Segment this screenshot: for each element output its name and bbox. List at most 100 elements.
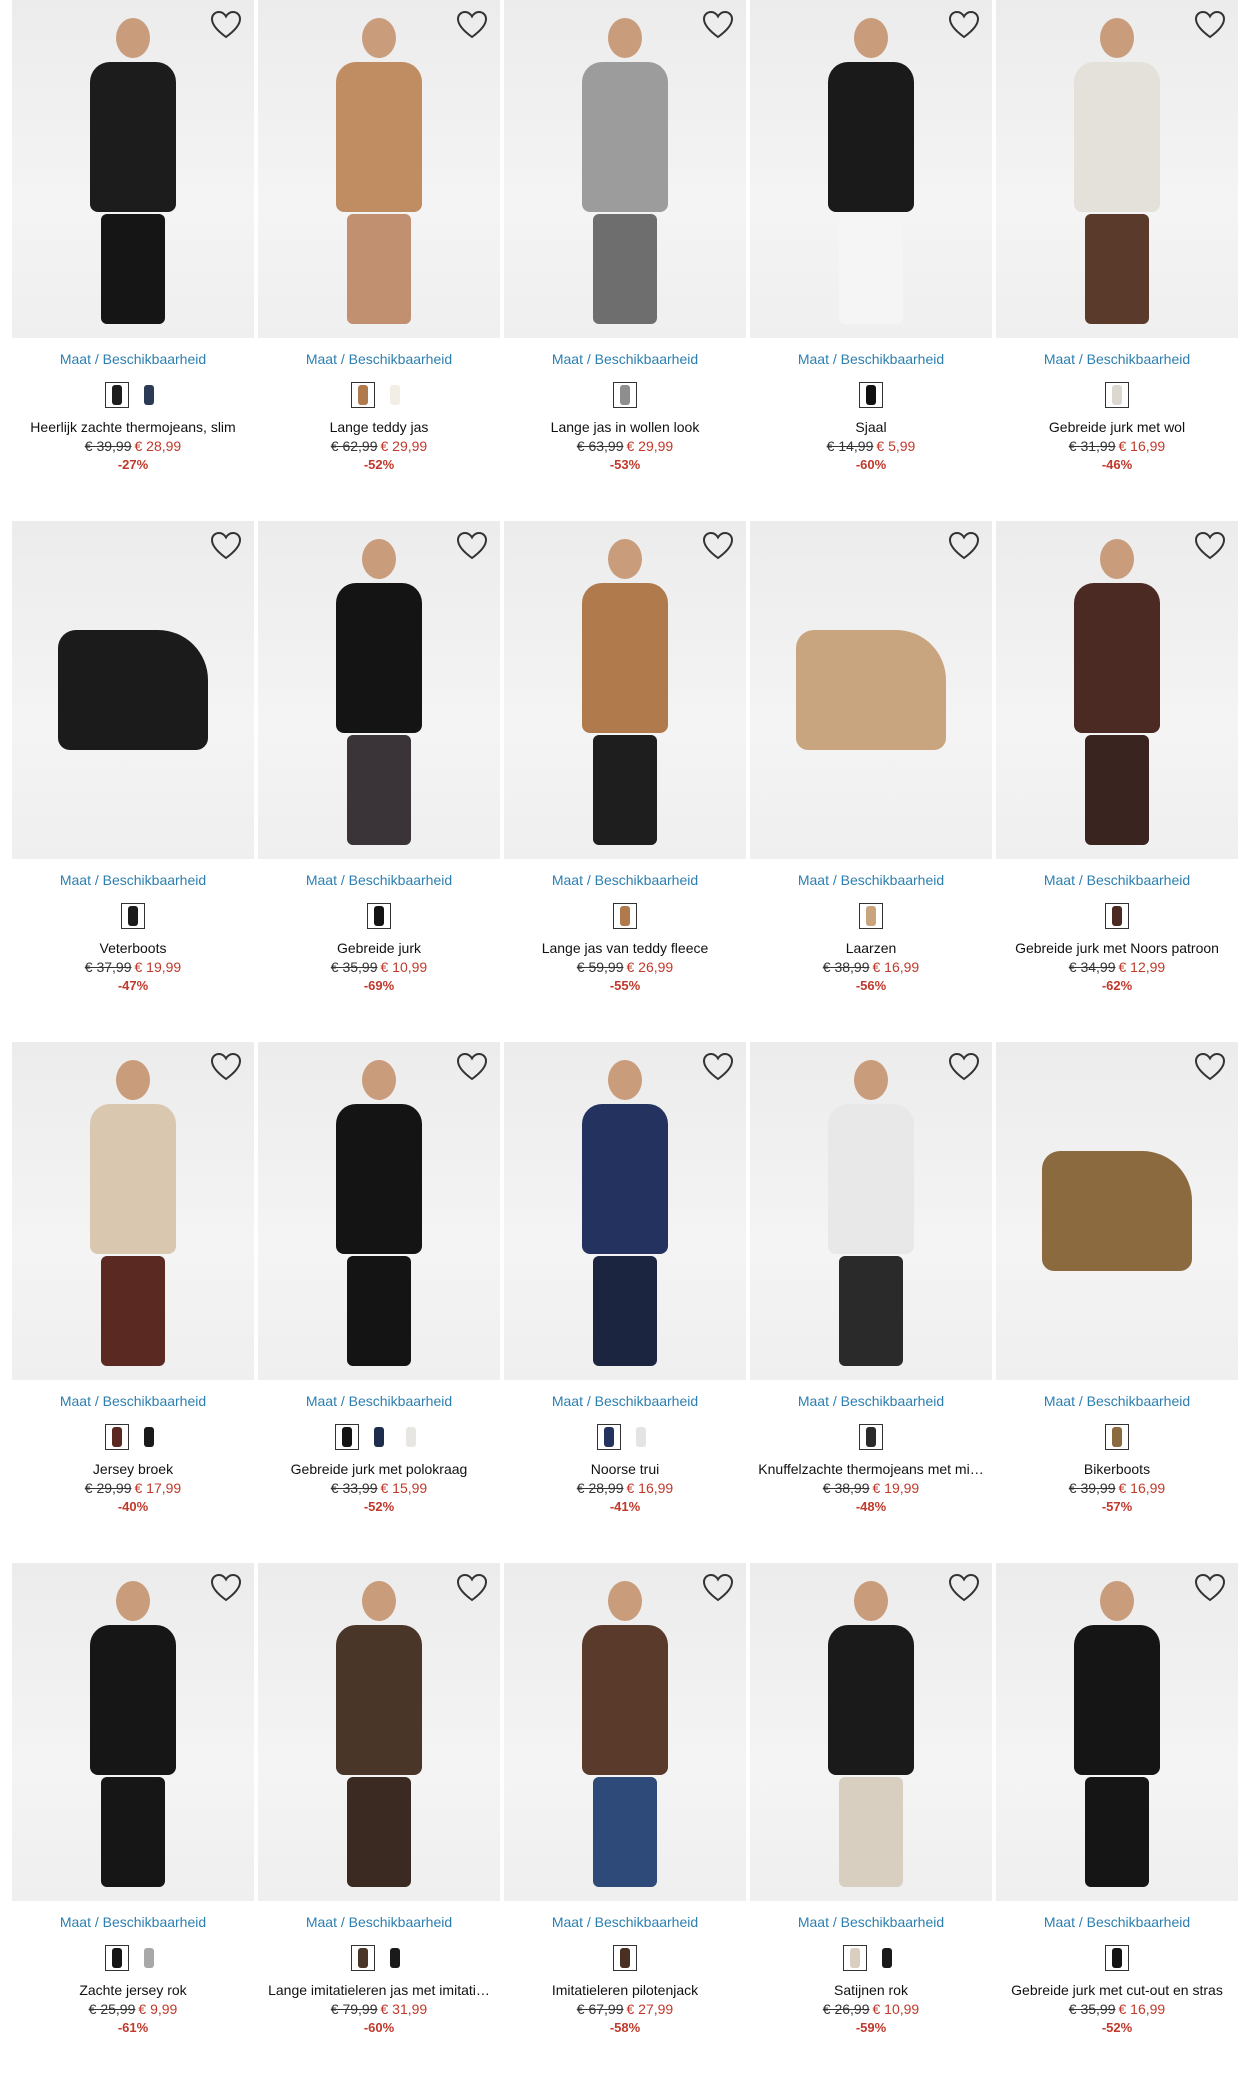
size-availability-link[interactable]: Maat / Beschikbaarheid [12, 871, 254, 889]
wishlist-heart-icon[interactable] [948, 10, 980, 40]
size-availability-link[interactable]: Maat / Beschikbaarheid [750, 871, 992, 889]
product-title[interactable]: Veterboots [12, 939, 254, 957]
product-image[interactable] [258, 0, 500, 338]
product-card[interactable]: Maat / Beschikbaarheid Gebreide jurk met … [258, 1042, 500, 1563]
wishlist-heart-icon[interactable] [456, 1052, 488, 1082]
color-swatch[interactable] [859, 1424, 883, 1450]
color-swatch[interactable] [843, 1945, 867, 1971]
color-swatch[interactable] [335, 1424, 359, 1450]
size-availability-link[interactable]: Maat / Beschikbaarheid [504, 1913, 746, 1931]
product-card[interactable]: Maat / Beschikbaarheid Gebreide jurk met … [996, 1563, 1238, 2084]
product-image[interactable] [750, 521, 992, 859]
wishlist-heart-icon[interactable] [210, 10, 242, 40]
wishlist-heart-icon[interactable] [456, 531, 488, 561]
wishlist-heart-icon[interactable] [948, 1573, 980, 1603]
color-swatch[interactable] [137, 382, 161, 408]
product-image[interactable] [12, 1563, 254, 1901]
size-availability-link[interactable]: Maat / Beschikbaarheid [996, 350, 1238, 368]
product-card[interactable]: Maat / Beschikbaarheid Lange jas van tedd… [504, 521, 746, 1042]
product-title[interactable]: Bikerboots [996, 1460, 1238, 1478]
product-title[interactable]: Laarzen [750, 939, 992, 957]
color-swatch[interactable] [859, 382, 883, 408]
product-card[interactable]: Maat / Beschikbaarheid Noorse trui € 28,99… [504, 1042, 746, 1563]
product-image[interactable] [12, 1042, 254, 1380]
product-card[interactable]: Maat / Beschikbaarheid Knuffelzachte ther… [750, 1042, 992, 1563]
color-swatch[interactable] [383, 1945, 407, 1971]
color-swatch[interactable] [629, 1424, 653, 1450]
size-availability-link[interactable]: Maat / Beschikbaarheid [996, 1913, 1238, 1931]
color-swatch[interactable] [875, 1945, 899, 1971]
color-swatch[interactable] [383, 382, 407, 408]
product-title[interactable]: Lange jas van teddy fleece [504, 939, 746, 957]
product-card[interactable]: Maat / Beschikbaarheid Lange jas in wolle… [504, 0, 746, 521]
product-title[interactable]: Zachte jersey rok [12, 1981, 254, 1999]
color-swatch[interactable] [137, 1424, 161, 1450]
product-image[interactable] [996, 0, 1238, 338]
product-card[interactable]: Maat / Beschikbaarheid Gebreide jurk met … [996, 0, 1238, 521]
color-swatch[interactable] [613, 382, 637, 408]
product-title[interactable]: Imitatieleren pilotenjack [504, 1981, 746, 1999]
product-card[interactable]: Maat / Beschikbaarheid Gebreide jurk met … [996, 521, 1238, 1042]
product-title[interactable]: Heerlijk zachte thermojeans, slim [12, 418, 254, 436]
product-image[interactable] [996, 1042, 1238, 1380]
wishlist-heart-icon[interactable] [702, 1573, 734, 1603]
size-availability-link[interactable]: Maat / Beschikbaarheid [12, 350, 254, 368]
product-card[interactable]: Maat / Beschikbaarheid Jersey broek € 29,9… [12, 1042, 254, 1563]
product-card[interactable]: Maat / Beschikbaarheid Lange imitatielere… [258, 1563, 500, 2084]
product-image[interactable] [996, 1563, 1238, 1901]
wishlist-heart-icon[interactable] [1194, 10, 1226, 40]
product-title[interactable]: Gebreide jurk met Noors patroon [996, 939, 1238, 957]
size-availability-link[interactable]: Maat / Beschikbaarheid [750, 1392, 992, 1410]
wishlist-heart-icon[interactable] [210, 531, 242, 561]
product-image[interactable] [504, 1563, 746, 1901]
product-card[interactable]: Maat / Beschikbaarheid Heerlijk zachte th… [12, 0, 254, 521]
color-swatch[interactable] [1105, 1945, 1129, 1971]
color-swatch[interactable] [121, 903, 145, 929]
color-swatch[interactable] [105, 1424, 129, 1450]
wishlist-heart-icon[interactable] [1194, 531, 1226, 561]
product-image[interactable] [504, 0, 746, 338]
color-swatch[interactable] [351, 1945, 375, 1971]
size-availability-link[interactable]: Maat / Beschikbaarheid [258, 871, 500, 889]
product-card[interactable]: Maat / Beschikbaarheid Laarzen € 38,99 € 16… [750, 521, 992, 1042]
product-image[interactable] [258, 1042, 500, 1380]
product-title[interactable]: Knuffelzachte thermojeans met mi… [750, 1460, 992, 1478]
size-availability-link[interactable]: Maat / Beschikbaarheid [504, 1392, 746, 1410]
product-card[interactable]: Maat / Beschikbaarheid Bikerboots € 39,99 €… [996, 1042, 1238, 1563]
product-title[interactable]: Satijnen rok [750, 1981, 992, 1999]
product-image[interactable] [504, 1042, 746, 1380]
product-title[interactable]: Jersey broek [12, 1460, 254, 1478]
size-availability-link[interactable]: Maat / Beschikbaarheid [258, 1913, 500, 1931]
color-swatch[interactable] [105, 1945, 129, 1971]
product-title[interactable]: Gebreide jurk met polokraag [258, 1460, 500, 1478]
product-image[interactable] [12, 521, 254, 859]
size-availability-link[interactable]: Maat / Beschikbaarheid [996, 1392, 1238, 1410]
size-availability-link[interactable]: Maat / Beschikbaarheid [258, 350, 500, 368]
wishlist-heart-icon[interactable] [1194, 1573, 1226, 1603]
product-card[interactable]: Maat / Beschikbaarheid Veterboots € 37,99 €… [12, 521, 254, 1042]
wishlist-heart-icon[interactable] [1194, 1052, 1226, 1082]
product-card[interactable]: Maat / Beschikbaarheid Gebreide jurk € 35,… [258, 521, 500, 1042]
product-title[interactable]: Sjaal [750, 418, 992, 436]
wishlist-heart-icon[interactable] [948, 1052, 980, 1082]
wishlist-heart-icon[interactable] [702, 10, 734, 40]
product-title[interactable]: Gebreide jurk met cut-out en stras [996, 1981, 1238, 1999]
product-title[interactable]: Lange teddy jas [258, 418, 500, 436]
wishlist-heart-icon[interactable] [456, 10, 488, 40]
product-card[interactable]: Maat / Beschikbaarheid Zachte jersey rok €… [12, 1563, 254, 2084]
color-swatch[interactable] [613, 1945, 637, 1971]
size-availability-link[interactable]: Maat / Beschikbaarheid [996, 871, 1238, 889]
product-title[interactable]: Noorse trui [504, 1460, 746, 1478]
wishlist-heart-icon[interactable] [702, 531, 734, 561]
color-swatch[interactable] [367, 1424, 391, 1450]
wishlist-heart-icon[interactable] [210, 1052, 242, 1082]
product-title[interactable]: Gebreide jurk met wol [996, 418, 1238, 436]
color-swatch[interactable] [613, 903, 637, 929]
color-swatch[interactable] [351, 382, 375, 408]
size-availability-link[interactable]: Maat / Beschikbaarheid [12, 1392, 254, 1410]
size-availability-link[interactable]: Maat / Beschikbaarheid [504, 871, 746, 889]
size-availability-link[interactable]: Maat / Beschikbaarheid [750, 1913, 992, 1931]
product-title[interactable]: Lange jas in wollen look [504, 418, 746, 436]
wishlist-heart-icon[interactable] [948, 531, 980, 561]
color-swatch[interactable] [399, 1424, 423, 1450]
